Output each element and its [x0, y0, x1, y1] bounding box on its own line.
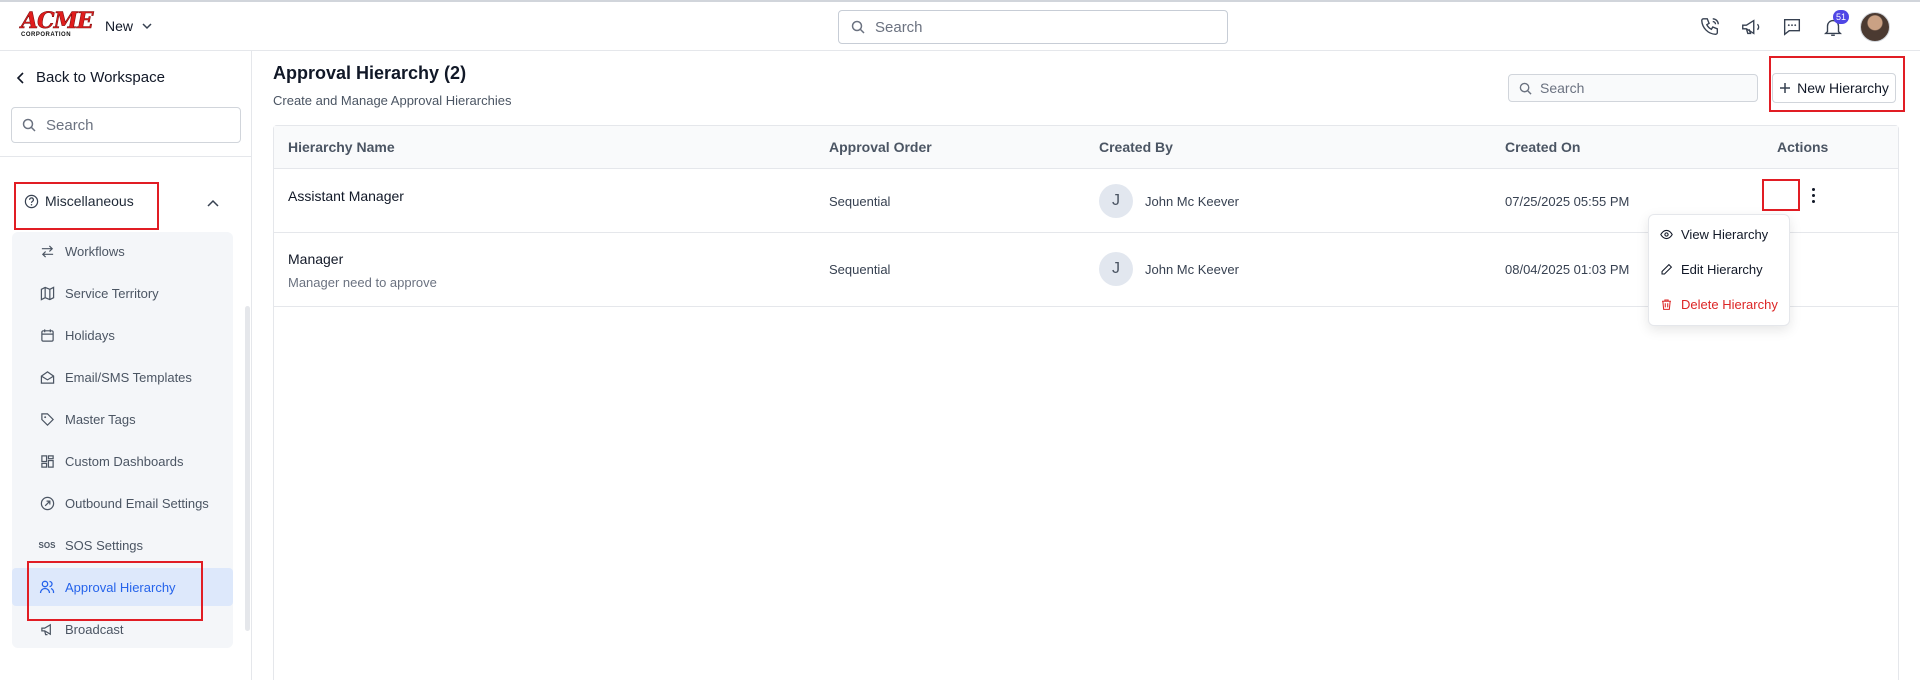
page-title: Approval Hierarchy (2) [273, 63, 467, 83]
back-to-workspace-link[interactable]: Back to Workspace [16, 69, 165, 86]
sidebar-item-label: Holidays [65, 327, 115, 343]
sidebar-item-label: Custom Dashboards [65, 453, 184, 469]
sidebar-item-label: SOS Settings [65, 537, 144, 553]
sidebar-item-label: Email/SMS Templates [65, 369, 192, 385]
view-hierarchy-label: View Hierarchy [1681, 226, 1769, 242]
tag-icon [39, 411, 55, 427]
sidebar-item-holidays[interactable]: Holidays [12, 316, 233, 354]
column-header: Hierarchy Name [288, 139, 395, 155]
avatar: J [1099, 184, 1133, 218]
user-avatar[interactable] [1860, 12, 1890, 42]
column-header: Created On [1505, 139, 1581, 155]
sidebar: Back to Workspace Search Miscellaneous W… [0, 51, 252, 680]
arrows-icon [39, 243, 55, 259]
row-actions-menu: View Hierarchy Edit Hierarchy Delete Hie… [1648, 214, 1790, 326]
sidebar-item-label: Master Tags [65, 411, 136, 427]
top-bar: ACME CORPORATION New Search 51 [0, 0, 1920, 51]
sidebar-item-label: Broadcast [65, 621, 124, 637]
megaphone-icon[interactable] [1737, 13, 1765, 41]
avatar: J [1099, 252, 1133, 286]
created-on: 07/25/2025 05:55 PM [1505, 194, 1630, 209]
hierarchy-search-placeholder: Search [1540, 80, 1585, 96]
new-menu-label: New [105, 18, 134, 34]
column-header: Approval Order [829, 139, 932, 155]
sidebar-item-label: Service Territory [65, 285, 159, 301]
logo-text: ACME [21, 8, 94, 34]
page-subtitle: Create and Manage Approval Hierarchies [273, 93, 512, 108]
dashboard-icon [39, 453, 55, 469]
edit-hierarchy-label: Edit Hierarchy [1681, 261, 1763, 277]
notification-badge: 51 [1832, 10, 1849, 24]
sidebar-item-custom-dashboards[interactable]: Custom Dashboards [12, 442, 233, 480]
sidebar-item-outbound-email-settings[interactable]: Outbound Email Settings [12, 484, 233, 522]
table-header: Hierarchy Name Approval Order Created By… [274, 126, 1898, 169]
megaphone-icon [39, 621, 55, 637]
kebab-dot [1811, 193, 1815, 197]
chat-icon[interactable] [1778, 13, 1806, 41]
delete-hierarchy-label: Delete Hierarchy [1681, 296, 1778, 312]
delete-hierarchy-menu-item[interactable]: Delete Hierarchy [1649, 289, 1789, 319]
created-on: 08/04/2025 01:03 PM [1505, 262, 1630, 277]
hierarchy-description: Manager need to approve [288, 275, 437, 290]
creator-name: John Mc Keever [1145, 193, 1239, 209]
kebab-dot [1811, 187, 1815, 191]
column-header: Created By [1099, 139, 1173, 155]
sidebar-item-email-sms-templates[interactable]: Email/SMS Templates [12, 358, 233, 396]
pencil-icon [1661, 263, 1673, 274]
created-by: J John Mc Keever [1099, 252, 1239, 286]
search-icon [851, 20, 865, 34]
map-icon [39, 285, 55, 301]
sidebar-item-sos-settings[interactable]: SOS SOS Settings [12, 526, 233, 564]
hierarchy-name: Assistant Manager [288, 188, 404, 204]
creator-name: John Mc Keever [1145, 261, 1239, 277]
sidebar-item-service-territory[interactable]: Service Territory [12, 274, 233, 312]
sidebar-item-label: Workflows [65, 243, 125, 259]
kebab-dot [1811, 199, 1815, 203]
global-search-placeholder: Search [875, 18, 923, 36]
back-to-workspace-label: Back to Workspace [36, 69, 165, 86]
sidebar-search-input[interactable]: Search [11, 107, 241, 143]
bell-icon[interactable]: 51 [1819, 10, 1849, 41]
hierarchy-name: Manager [288, 251, 344, 267]
chevron-down-icon [142, 23, 152, 30]
highlight-box-actions [1762, 179, 1800, 211]
new-menu-button[interactable]: New [105, 18, 153, 34]
top-icons: 51 [1696, 10, 1890, 42]
hierarchy-table: Hierarchy Name Approval Order Created By… [273, 125, 1899, 680]
highlight-box-new-hierarchy [1769, 56, 1905, 112]
edit-hierarchy-menu-item[interactable]: Edit Hierarchy [1649, 254, 1789, 284]
search-icon [1519, 82, 1532, 95]
mail-open-icon [39, 369, 55, 385]
calendar-icon [39, 327, 55, 343]
sidebar-scrollbar[interactable] [245, 306, 250, 631]
eye-icon [1660, 229, 1673, 239]
sidebar-search-placeholder: Search [46, 116, 94, 134]
search-icon [22, 118, 36, 132]
highlight-box-approval-hierarchy [27, 561, 203, 621]
chevron-up-icon [207, 199, 219, 207]
approval-order: Sequential [829, 194, 891, 209]
global-search-input[interactable]: Search [838, 10, 1228, 44]
phone-icon[interactable] [1696, 13, 1724, 41]
hierarchy-search-input[interactable]: Search [1508, 74, 1758, 102]
sidebar-item-master-tags[interactable]: Master Tags [12, 400, 233, 438]
view-hierarchy-menu-item[interactable]: View Hierarchy [1649, 219, 1789, 249]
trash-icon [1662, 299, 1671, 310]
column-header: Actions [1777, 139, 1829, 155]
row-actions-button[interactable] [1804, 183, 1822, 207]
created-by: J John Mc Keever [1099, 184, 1239, 218]
sidebar-item-workflows[interactable]: Workflows [12, 232, 233, 270]
main-content: Approval Hierarchy (2) Create and Manage… [253, 51, 1920, 680]
sos-icon: SOS [38, 540, 56, 550]
approval-order: Sequential [829, 262, 891, 277]
chevron-left-icon [16, 71, 24, 84]
outbound-icon [39, 495, 55, 511]
highlight-box-miscellaneous [14, 182, 159, 230]
company-logo[interactable]: ACME CORPORATION [21, 8, 94, 41]
sidebar-item-label: Outbound Email Settings [65, 495, 209, 511]
sidebar-divider [0, 156, 252, 157]
